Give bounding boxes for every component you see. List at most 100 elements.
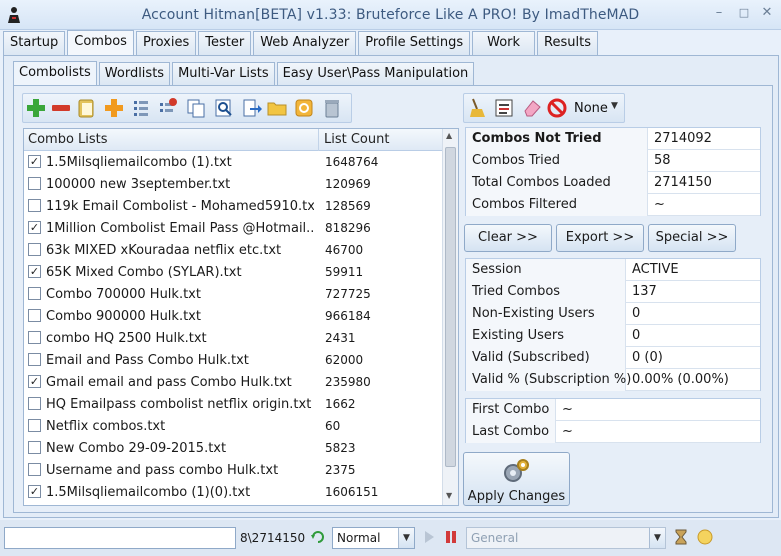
block-icon[interactable]	[546, 97, 568, 119]
chevron-down-icon[interactable]: ▼	[649, 528, 665, 548]
scroll-up-icon[interactable]: ▲	[446, 131, 452, 140]
copy-icon[interactable]	[185, 97, 207, 119]
list-filter-icon[interactable]	[493, 97, 515, 119]
list-item[interactable]: Email and Pass Combo Hulk.txt 62000	[24, 349, 442, 371]
column-header-combo-lists[interactable]: Combo Lists	[28, 132, 108, 147]
paste-icon[interactable]	[75, 97, 97, 119]
list-item[interactable]: combo HQ 2500 Hulk.txt 2431	[24, 327, 442, 349]
row-checkbox[interactable]	[28, 287, 41, 300]
tab-web-analyzer[interactable]: Web Analyzer	[253, 31, 357, 55]
star-icon[interactable]	[697, 529, 713, 545]
row-checkbox[interactable]	[28, 177, 41, 190]
stat-row: Valid (Subscribed) 0 (0)	[466, 347, 760, 369]
row-checkbox[interactable]: ✓	[28, 485, 41, 498]
tab-combos[interactable]: Combos	[67, 30, 134, 56]
stat-label: Session	[466, 259, 626, 281]
maximize-icon[interactable]: □	[737, 6, 751, 20]
filter-dropdown[interactable]: None	[574, 101, 608, 116]
row-checkbox[interactable]: ✓	[28, 265, 41, 278]
list-item[interactable]: 100000 new 3september.txt 120969	[24, 173, 442, 195]
tab-results[interactable]: Results	[537, 31, 598, 55]
list-item[interactable]: ✓ 1Million Combolist Email Pass @Hotmail.…	[24, 217, 442, 239]
search-icon[interactable]	[213, 97, 235, 119]
remove-icon[interactable]	[50, 97, 72, 119]
add-multiple-icon[interactable]	[103, 97, 125, 119]
row-checkbox[interactable]	[28, 397, 41, 410]
list-item[interactable]: 63k MIXED xKouradaa netflix etc.txt 46700	[24, 239, 442, 261]
refresh-icon[interactable]	[310, 529, 326, 545]
column-header-list-count[interactable]: List Count	[324, 132, 389, 147]
list-icon[interactable]	[130, 97, 152, 119]
row-checkbox[interactable]	[28, 419, 41, 432]
broom-icon[interactable]	[467, 97, 489, 119]
add-icon[interactable]	[25, 97, 47, 119]
stat-label: Last Combo	[466, 421, 556, 443]
row-checkbox[interactable]: ✓	[28, 375, 41, 388]
list-item[interactable]: Username and pass combo Hulk.txt 2375	[24, 459, 442, 481]
tab-proxies[interactable]: Proxies	[135, 31, 197, 55]
minimize-icon[interactable]: –	[712, 6, 726, 20]
scroll-down-icon[interactable]: ▼	[446, 491, 452, 500]
tab-startup[interactable]: Startup	[3, 31, 66, 55]
row-checkbox[interactable]	[28, 199, 41, 212]
stat-label: Valid % (Subscription %)	[466, 369, 631, 391]
list-header: Combo Lists List Count	[24, 129, 442, 151]
status-input[interactable]	[4, 527, 236, 549]
row-checkbox[interactable]: ✓	[28, 155, 41, 168]
row-checkbox[interactable]	[28, 331, 41, 344]
row-checkbox[interactable]: ✓	[28, 221, 41, 234]
list-item[interactable]: Combo 900000 Hulk.txt 966184	[24, 305, 442, 327]
list-item[interactable]: Combo 700000 Hulk.txt 727725	[24, 283, 442, 305]
export-button[interactable]: Export >>	[556, 224, 644, 252]
stat-label: Existing Users	[466, 325, 626, 347]
trash-icon[interactable]	[321, 97, 343, 119]
stat-value: ~	[562, 402, 573, 417]
row-checkbox[interactable]	[28, 353, 41, 366]
combo-name: 65K Mixed Combo (SYLAR).txt	[46, 265, 242, 280]
scroll-thumb[interactable]	[445, 147, 456, 467]
hourglass-icon[interactable]	[673, 529, 689, 545]
chevron-down-icon[interactable]: ▼	[611, 101, 618, 111]
play-icon[interactable]	[421, 529, 437, 545]
tab-work[interactable]: Work	[472, 31, 536, 55]
subtab-easy-manipulation[interactable]: Easy User\Pass Manipulation	[276, 62, 475, 85]
mode-select[interactable]: Normal ▼	[332, 527, 415, 549]
folder-icon[interactable]	[266, 97, 288, 119]
list-item[interactable]: ✓ 1.5Milsqliemailcombo (1)(0).txt 1606151	[24, 481, 442, 503]
special-button[interactable]: Special >>	[648, 224, 736, 252]
close-icon[interactable]: ✕	[760, 6, 774, 20]
remove-list-icon[interactable]	[157, 97, 179, 119]
pause-icon[interactable]	[443, 529, 459, 545]
list-item[interactable]: ✓ 65K Mixed Combo (SYLAR).txt 59911	[24, 261, 442, 283]
stat-value: 0	[632, 306, 641, 321]
stat-value: 137	[632, 284, 657, 299]
list-item[interactable]: ✓ Gmail email and pass Combo Hulk.txt 2359…	[24, 371, 442, 393]
subtab-multi-var-lists[interactable]: Multi-Var Lists	[172, 62, 275, 85]
apply-changes-button[interactable]: Apply Changes	[463, 452, 570, 506]
tab-profile-settings[interactable]: Profile Settings	[358, 31, 471, 55]
combo-name: HQ Emailpass combolist netflix origin.tx…	[46, 397, 312, 412]
stat-row: Last Combo ~	[466, 421, 760, 443]
chevron-down-icon[interactable]: ▼	[398, 528, 414, 548]
tab-tester[interactable]: Tester	[198, 31, 252, 55]
list-item[interactable]: HQ Emailpass combolist netflix origin.tx…	[24, 393, 442, 415]
list-scrollbar[interactable]: ▲ ▼	[442, 129, 458, 505]
clear-button[interactable]: Clear >>	[464, 224, 552, 252]
list-item[interactable]: ✓ 1.5Milsqliemailcombo (1).txt 1648764	[24, 151, 442, 173]
list-item[interactable]: 119k Email Combolist - Mohamed5910.txt 12…	[24, 195, 442, 217]
list-item[interactable]: New Combo 29-09-2015.txt 5823	[24, 437, 442, 459]
row-checkbox[interactable]	[28, 441, 41, 454]
import-icon[interactable]	[241, 97, 263, 119]
row-checkbox[interactable]	[28, 463, 41, 476]
row-checkbox[interactable]	[28, 243, 41, 256]
refresh-icon[interactable]	[293, 97, 315, 119]
subtab-wordlists[interactable]: Wordlists	[98, 62, 171, 85]
combo-name: 119k Email Combolist - Mohamed5910.txt	[46, 199, 314, 214]
combo-count: 1662	[325, 397, 356, 411]
row-checkbox[interactable]	[28, 309, 41, 322]
eraser-icon[interactable]	[521, 97, 543, 119]
category-select[interactable]: General ▼	[466, 527, 666, 549]
combo-count: 60	[325, 419, 341, 433]
subtab-combolists[interactable]: Combolists	[13, 61, 97, 86]
list-item[interactable]: Netflix combos.txt 60	[24, 415, 442, 437]
